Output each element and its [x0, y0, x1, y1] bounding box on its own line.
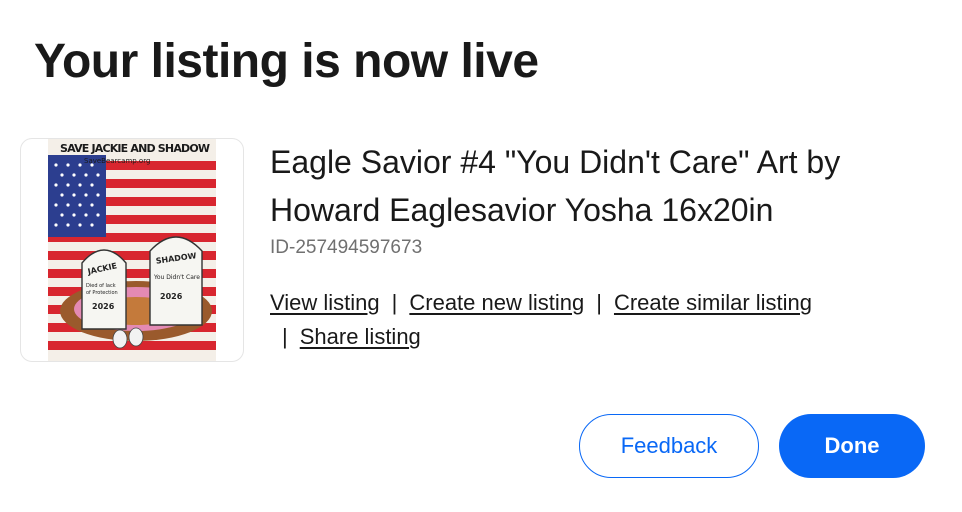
painting-banner-text: SAVE JACKIE AND SHADOW [60, 142, 210, 155]
painting-tombstone-right: SHADOW You Didn't Care 2026 [149, 236, 203, 326]
link-separator: | [282, 324, 288, 349]
link-separator: | [596, 290, 602, 315]
svg-text:You Didn't Care: You Didn't Care [153, 274, 200, 281]
svg-text:of Protection: of Protection [86, 290, 118, 296]
done-button[interactable]: Done [779, 414, 925, 478]
listing-info: Eagle Savior #4 "You Didn't Care" Art by… [270, 138, 930, 354]
create-new-listing-link[interactable]: Create new listing [409, 290, 584, 315]
feedback-button[interactable]: Feedback [579, 414, 759, 478]
listing-thumbnail[interactable]: SAVE JACKIE AND SHADOW SaveBearcamp.org … [20, 138, 244, 362]
listing-card: SAVE JACKIE AND SHADOW SaveBearcamp.org … [20, 138, 940, 362]
listing-id: ID-257494597673 [270, 237, 423, 258]
painting-url-text: SaveBearcamp.org [84, 157, 150, 165]
create-similar-listing-link[interactable]: Create similar listing [614, 290, 812, 315]
share-listing-link[interactable]: Share listing [300, 324, 421, 349]
painting-image: SAVE JACKIE AND SHADOW SaveBearcamp.org … [48, 139, 216, 361]
svg-text:2026: 2026 [160, 292, 183, 301]
painting-tombstone-left: JACKIE Died of lack of Protection 2026 [81, 249, 127, 330]
listing-title: Eagle Savior #4 "You Didn't Care" Art by… [270, 144, 841, 228]
page-title: Your listing is now live [34, 35, 539, 88]
listing-actions-links: View listing | Create new listing | Create s… [270, 286, 830, 354]
svg-text:Died of lack: Died of lack [86, 283, 116, 289]
link-separator: | [391, 290, 398, 315]
view-listing-link[interactable]: View listing [270, 290, 380, 315]
svg-text:2026: 2026 [92, 302, 115, 311]
listing-live-page: Your listing is now live SAVE JACKIE AND… [0, 0, 962, 512]
